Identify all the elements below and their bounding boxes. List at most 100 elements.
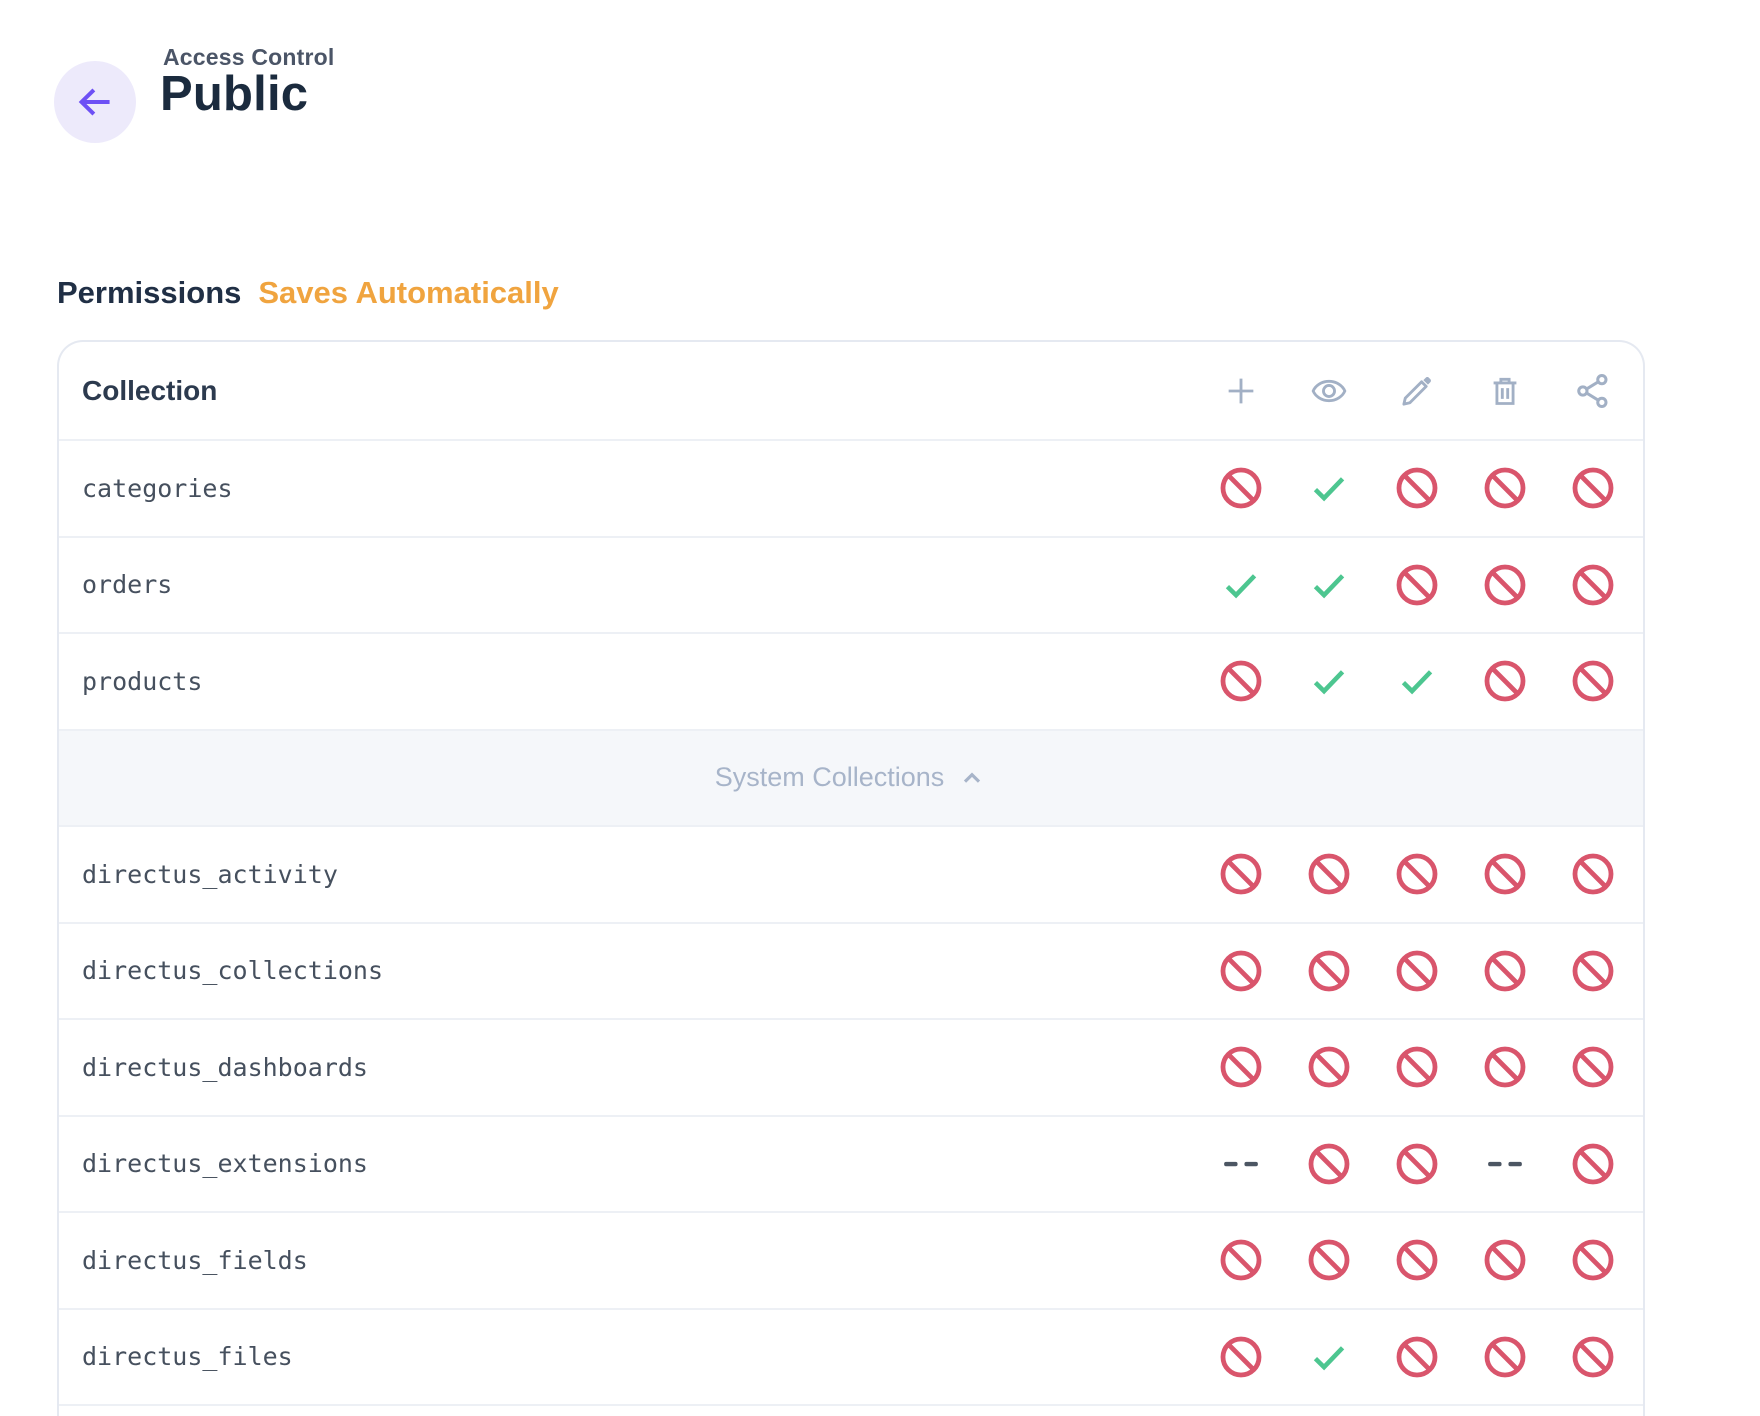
permission-cell[interactable] xyxy=(1549,1237,1637,1283)
collection-name: directus_dashboards xyxy=(59,1053,1197,1082)
blocked-icon xyxy=(1218,1237,1264,1283)
collection-name: categories xyxy=(59,474,1197,503)
row-icon-cells xyxy=(1197,1141,1637,1187)
table-row: products xyxy=(59,632,1643,729)
permission-cell[interactable] xyxy=(1197,658,1285,704)
collection-name: directus_files xyxy=(59,1342,1197,1371)
permission-cell[interactable] xyxy=(1197,562,1285,608)
permission-cell[interactable] xyxy=(1373,1044,1461,1090)
header-icon-cells xyxy=(1197,372,1637,410)
permission-cell[interactable] xyxy=(1461,1141,1549,1187)
row-icon-cells xyxy=(1197,1044,1637,1090)
row-icon-cells xyxy=(1197,1334,1637,1380)
blocked-icon xyxy=(1570,851,1616,897)
blocked-icon xyxy=(1394,948,1440,994)
permission-cell[interactable] xyxy=(1197,465,1285,511)
permission-cell[interactable] xyxy=(1461,851,1549,897)
permission-cell[interactable] xyxy=(1461,562,1549,608)
check-icon xyxy=(1395,659,1439,703)
permission-cell[interactable] xyxy=(1461,948,1549,994)
permissions-heading: Permissions Saves Automatically xyxy=(57,275,559,311)
permission-cell[interactable] xyxy=(1549,1044,1637,1090)
permissions-heading-label: Permissions xyxy=(57,275,241,311)
table-row-partial xyxy=(59,1404,1643,1416)
collection-name: directus_activity xyxy=(59,860,1197,889)
blocked-icon xyxy=(1570,1044,1616,1090)
permission-cell[interactable] xyxy=(1549,851,1637,897)
system-collections-toggle[interactable]: System Collections xyxy=(59,729,1643,826)
permission-cell[interactable] xyxy=(1285,851,1373,897)
collection-name: products xyxy=(59,667,1197,696)
blocked-icon xyxy=(1482,658,1528,704)
permission-cell[interactable] xyxy=(1461,465,1549,511)
permissions-table: Collection categories orders products Sy… xyxy=(57,340,1645,1416)
column-header-delete xyxy=(1461,372,1549,410)
permission-cell[interactable] xyxy=(1285,1334,1373,1380)
permission-cell[interactable] xyxy=(1197,1141,1285,1187)
column-header-share xyxy=(1549,372,1637,410)
blocked-icon xyxy=(1482,562,1528,608)
check-icon xyxy=(1307,659,1351,703)
permission-cell[interactable] xyxy=(1461,1334,1549,1380)
permission-cell[interactable] xyxy=(1197,1334,1285,1380)
permission-cell[interactable] xyxy=(1197,1237,1285,1283)
permission-cell[interactable] xyxy=(1549,562,1637,608)
blocked-icon xyxy=(1570,465,1616,511)
blocked-icon xyxy=(1570,948,1616,994)
na-dash-icon xyxy=(1482,1141,1528,1187)
permission-cell[interactable] xyxy=(1549,465,1637,511)
table-header: Collection xyxy=(59,342,1643,439)
permission-cell[interactable] xyxy=(1549,658,1637,704)
permission-cell[interactable] xyxy=(1461,658,1549,704)
table-row: directus_activity xyxy=(59,825,1643,922)
row-icon-cells xyxy=(1197,1237,1637,1283)
check-icon xyxy=(1307,466,1351,510)
check-icon xyxy=(1307,563,1351,607)
permission-cell[interactable] xyxy=(1373,465,1461,511)
permission-cell[interactable] xyxy=(1197,851,1285,897)
blocked-icon xyxy=(1218,465,1264,511)
permission-cell[interactable] xyxy=(1285,1044,1373,1090)
autosave-status: Saves Automatically xyxy=(258,275,558,311)
column-header-update xyxy=(1373,372,1461,410)
blocked-icon xyxy=(1394,465,1440,511)
back-button[interactable] xyxy=(54,61,136,143)
blocked-icon xyxy=(1570,1141,1616,1187)
permission-cell[interactable] xyxy=(1549,1141,1637,1187)
row-icon-cells xyxy=(1197,465,1637,511)
permission-cell[interactable] xyxy=(1373,1141,1461,1187)
permission-cell[interactable] xyxy=(1549,1334,1637,1380)
blocked-icon xyxy=(1218,658,1264,704)
permission-cell[interactable] xyxy=(1373,948,1461,994)
permission-cell[interactable] xyxy=(1285,562,1373,608)
permission-cell[interactable] xyxy=(1285,465,1373,511)
permission-cell[interactable] xyxy=(1197,1044,1285,1090)
blocked-icon xyxy=(1482,1044,1528,1090)
edit-icon xyxy=(1398,372,1436,410)
permission-cell[interactable] xyxy=(1285,658,1373,704)
table-row: directus_collections xyxy=(59,922,1643,1019)
permission-cell[interactable] xyxy=(1461,1237,1549,1283)
permission-cell[interactable] xyxy=(1373,1237,1461,1283)
permission-cell[interactable] xyxy=(1285,1141,1373,1187)
blocked-icon xyxy=(1394,1237,1440,1283)
blocked-icon xyxy=(1482,1237,1528,1283)
permission-cell[interactable] xyxy=(1285,1237,1373,1283)
permission-cell[interactable] xyxy=(1285,948,1373,994)
collection-name: directus_fields xyxy=(59,1246,1197,1275)
blocked-icon xyxy=(1306,948,1352,994)
blocked-icon xyxy=(1394,1334,1440,1380)
share-icon xyxy=(1574,372,1612,410)
permission-cell[interactable] xyxy=(1373,562,1461,608)
blocked-icon xyxy=(1394,562,1440,608)
blocked-icon xyxy=(1570,562,1616,608)
permission-cell[interactable] xyxy=(1373,851,1461,897)
permission-cell[interactable] xyxy=(1549,948,1637,994)
permission-cell[interactable] xyxy=(1461,1044,1549,1090)
permission-cell[interactable] xyxy=(1197,948,1285,994)
permission-cell[interactable] xyxy=(1373,1334,1461,1380)
blocked-icon xyxy=(1482,948,1528,994)
table-row: directus_fields xyxy=(59,1211,1643,1308)
delete-icon xyxy=(1486,372,1524,410)
permission-cell[interactable] xyxy=(1373,658,1461,704)
